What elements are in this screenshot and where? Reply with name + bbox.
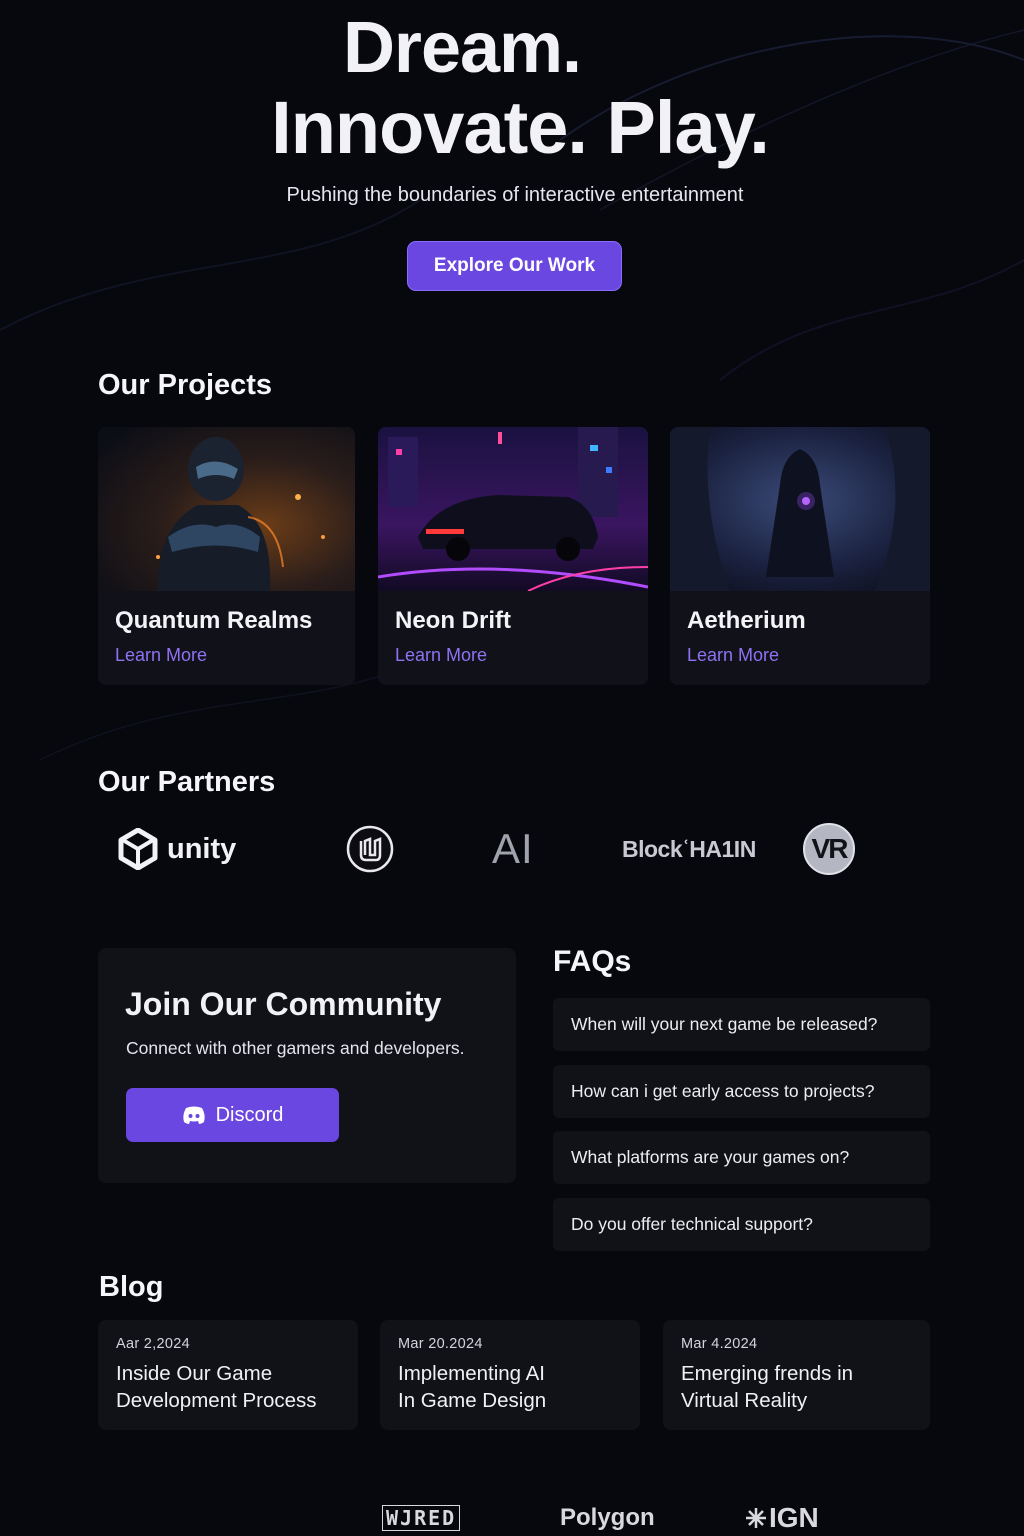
ai-logo: AI [492, 825, 534, 872]
polygon-logo: Polygon [560, 1504, 655, 1531]
press-ign[interactable]: IGN [745, 1500, 819, 1536]
blog-post-title: Inside Our Game Development Process [116, 1362, 317, 1412]
project-card-aetherium[interactable]: Aetherium Learn More [670, 427, 930, 685]
wired-logo: WJRED [382, 1505, 461, 1531]
discord-icon [182, 1106, 205, 1124]
hero-title: Dream. Innovate. Play. [0, 8, 1024, 168]
learn-more-link[interactable]: Learn More [115, 645, 207, 666]
vr-logo-label: VR [811, 833, 849, 864]
hero-subtitle: Pushing the boundaries of interactive en… [286, 184, 744, 206]
project-name: Aetherium [687, 607, 806, 634]
press-polygon[interactable]: Polygon [560, 1500, 655, 1536]
projects-heading: Our Projects [98, 369, 273, 401]
learn-more-link[interactable]: Learn More [687, 645, 779, 666]
project-name: Quantum Realms [115, 607, 313, 634]
faq-item[interactable]: When will your next game be released? [553, 998, 930, 1051]
ign-logo: IGN [769, 1502, 819, 1533]
project-card-neon-drift[interactable]: Neon Drift Learn More [378, 427, 648, 685]
learn-more-link[interactable]: Learn More [395, 645, 487, 666]
community-subtitle: Connect with other gamers and developers… [126, 1038, 465, 1058]
blog-post-date: Mar 20.2024 [398, 1336, 483, 1352]
blog-post-date: Aar 2,2024 [116, 1336, 190, 1352]
community-card: Join Our Community Connect with other ga… [98, 948, 516, 1183]
blog-post-card[interactable]: Aar 2,2024 Inside Our Game Development P… [98, 1320, 358, 1430]
hero-title-line2: Innovate. Play. [271, 86, 770, 169]
blog-heading: Blog [99, 1271, 164, 1303]
blog-post-title: Emerging frends in Virtual Reality [681, 1362, 854, 1412]
partner-ai[interactable]: AI [492, 822, 534, 876]
quantum-realms-image [98, 427, 355, 591]
project-card-quantum-realms[interactable]: Quantum Realms Learn More [98, 427, 355, 685]
blog-post-card[interactable]: Mar 4.2024 Emerging frends in Virtual Re… [663, 1320, 930, 1430]
blog-post-date: Mar 4.2024 [681, 1336, 758, 1352]
faqs-heading: FAQs [553, 945, 632, 978]
faq-item[interactable]: Do you offer technical support? [553, 1198, 930, 1251]
project-name: Neon Drift [395, 607, 511, 634]
partners-heading: Our Partners [98, 766, 276, 798]
hero-title-line1: Dream. [342, 8, 582, 88]
discord-button[interactable]: Discord [126, 1088, 339, 1142]
partner-vr[interactable]: VR [802, 822, 856, 876]
press-wired[interactable]: WJRED [382, 1500, 461, 1536]
ign-burst-icon [746, 1508, 766, 1528]
community-title: Join Our Community [125, 986, 442, 1022]
blog-post-title: Implementing AI In Game Design [398, 1362, 547, 1412]
blockchain-logo: BlockʿHA1IN [622, 835, 756, 862]
blog-post-card[interactable]: Mar 20.2024 Implementing AI In Game Desi… [380, 1320, 640, 1430]
discord-button-label: Discord [215, 1103, 284, 1126]
neon-drift-image [378, 427, 648, 591]
faq-item[interactable]: What platforms are your games on? [553, 1131, 930, 1184]
partner-unreal-engine[interactable] [346, 822, 394, 876]
aetherium-image [670, 427, 930, 591]
unreal-engine-logo-icon [346, 825, 394, 873]
partner-blockchain[interactable]: BlockʿHA1IN [622, 822, 756, 876]
unity-logo-icon [118, 828, 158, 870]
explore-our-work-button[interactable]: Explore Our Work [407, 241, 622, 291]
unity-label: unity [167, 832, 237, 865]
faq-item[interactable]: How can i get early access to projects? [553, 1065, 930, 1118]
partner-unity[interactable]: unity [118, 822, 236, 876]
